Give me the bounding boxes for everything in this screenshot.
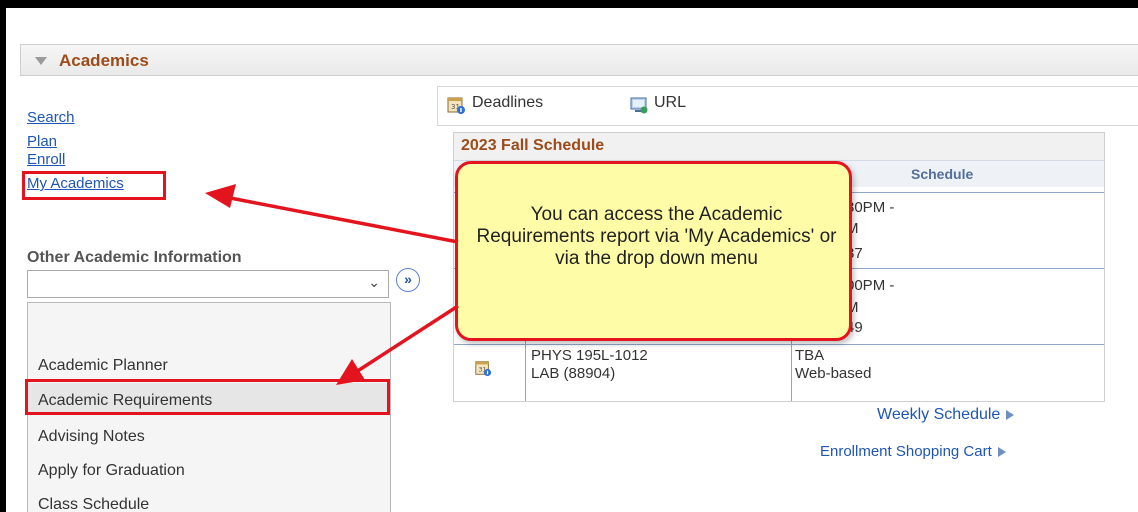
deadlines-link[interactable]: Deadlines: [472, 94, 543, 112]
class-code[interactable]: PHYS 195L-1012: [531, 347, 648, 364]
dropdown-option[interactable]: Academic Planner: [38, 357, 168, 375]
nav-link-enroll[interactable]: Enroll: [27, 151, 65, 168]
section-title: Academics: [59, 51, 149, 70]
weekly-schedule-link[interactable]: Weekly Schedule: [877, 406, 1015, 424]
double-chevron-right-icon: »: [404, 271, 412, 287]
toolbar: 31 Deadlines URL: [437, 86, 1138, 126]
schedule-title-bar: 2023 Fall Schedule: [454, 133, 1104, 160]
play-arrow-icon: [997, 447, 1006, 458]
highlight-box-my-academics: [22, 171, 166, 200]
schedule-cell: 00PM -: [846, 277, 895, 294]
column-schedule: Schedule: [911, 166, 974, 182]
class-type: LAB (88904): [531, 365, 616, 382]
arrowhead: [205, 184, 236, 208]
enrollment-cart-link[interactable]: Enrollment Shopping Cart: [820, 443, 1006, 460]
academics-section-header[interactable]: Academics: [20, 44, 1138, 76]
nav-link-search[interactable]: Search: [27, 109, 75, 126]
table-row: 31 PHYS 195L-1012 LAB (88904) TBA Web-ba…: [454, 344, 1104, 401]
window-left-border: [0, 0, 6, 512]
enrollment-cart-label[interactable]: Enrollment Shopping Cart: [820, 443, 992, 460]
schedule-cell: TBA: [795, 347, 825, 364]
url-link[interactable]: URL: [654, 94, 686, 112]
weekly-schedule-label[interactable]: Weekly Schedule: [877, 406, 1000, 423]
calendar-info-icon[interactable]: 31: [474, 359, 492, 377]
schedule-title: 2023 Fall Schedule: [461, 137, 605, 154]
schedule-cell: Web-based: [795, 365, 872, 382]
dropdown-option[interactable]: Advising Notes: [38, 428, 145, 446]
url-icon[interactable]: [629, 95, 649, 115]
schedule-cell: 30PM -: [846, 199, 895, 216]
play-arrow-icon: [1006, 409, 1015, 420]
calendar-deadlines-icon[interactable]: 31: [446, 95, 466, 115]
callout-text: You can access the Academic Requirements…: [476, 204, 837, 269]
dropdown-option[interactable]: Class Schedule: [38, 496, 149, 512]
highlight-box-academic-requirements: [25, 379, 390, 415]
callout-note: You can access the Academic Requirements…: [455, 161, 852, 341]
arrow-to-my-academics: [224, 195, 459, 244]
collapse-triangle-icon[interactable]: [35, 57, 47, 65]
go-button[interactable]: »: [396, 268, 420, 292]
chevron-down-icon[interactable]: ⌄: [368, 274, 380, 291]
other-academic-info-select[interactable]: ⌄: [27, 270, 389, 298]
dropdown-option[interactable]: Apply for Graduation: [38, 462, 185, 480]
other-academic-info-label: Other Academic Information: [27, 249, 242, 266]
nav-link-plan[interactable]: Plan: [27, 133, 57, 150]
window-top-border: [0, 0, 1138, 8]
